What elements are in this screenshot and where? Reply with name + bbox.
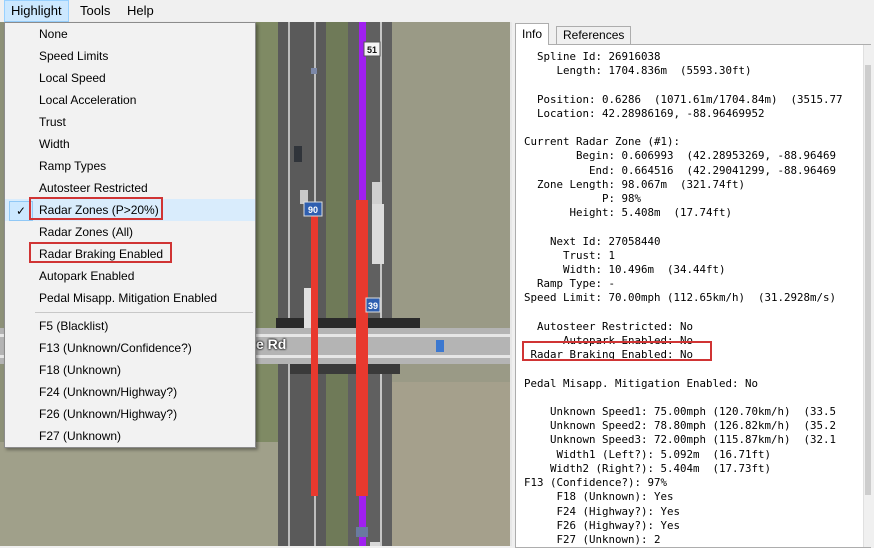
menu-item-label: Autopark Enabled (39, 269, 135, 283)
info-line: Next Id: 27058440 (550, 234, 661, 248)
menu-item-label: Speed Limits (39, 49, 109, 63)
shield-mid-text: 90 (308, 205, 318, 215)
menu-item-local-acceleration[interactable]: Local Acceleration (5, 89, 255, 111)
menu-item-label: Autosteer Restricted (39, 181, 148, 195)
menu-tools[interactable]: Tools (74, 1, 116, 21)
scrollbar-thumb[interactable] (865, 65, 871, 495)
menu-help[interactable]: Help (121, 1, 160, 21)
info-line: Trust: 1 (563, 248, 616, 262)
menu-item-ramp-types[interactable]: Ramp Types (5, 155, 255, 177)
menu-item-trust[interactable]: Trust (5, 111, 255, 133)
menu-item-label: F13 (Unknown/Confidence?) (39, 341, 192, 355)
menu-item-speed-limits[interactable]: Speed Limits (5, 45, 255, 67)
menu-item-width[interactable]: Width (5, 133, 255, 155)
tab-info[interactable]: Info (515, 23, 550, 45)
info-line: Autosteer Restricted: No (537, 319, 694, 333)
menu-item-f18[interactable]: F18 (Unknown) (5, 359, 255, 381)
menu-item-label: Ramp Types (39, 159, 107, 173)
menu-item-label: Width (39, 137, 70, 151)
annotation-box-radar-braking-info (522, 341, 712, 361)
menu-item-label: Local Speed (39, 71, 106, 85)
info-line: Unknown Speed3: 72.00mph (115.87km/h) (3… (550, 433, 837, 447)
menu-item-label: F5 (Blacklist) (39, 319, 109, 333)
info-line: Speed Limit: 70.00mph (112.65km/h) (31.2… (524, 291, 837, 305)
info-line: Spline Id: 26916038 (537, 50, 661, 63)
menu-item-f27[interactable]: F27 (Unknown) (5, 425, 255, 447)
info-line: F27 (Unknown): 2 (524, 532, 661, 546)
info-line: Height: 5.408m (17.74ft) (569, 206, 733, 220)
info-line: Length: 1704.836m (5593.30ft) (556, 64, 752, 78)
menu-item-f5[interactable]: F5 (Blacklist) (5, 315, 255, 337)
shield-low-text: 39 (368, 301, 378, 311)
menu-item-local-speed[interactable]: Local Speed (5, 67, 255, 89)
info-line: Pedal Misapp. Mitigation Enabled: No (524, 376, 759, 390)
info-line: Unknown Speed2: 78.80mph (126.82km/h) (3… (550, 419, 837, 433)
menu-item-pedal-misapp[interactable]: Pedal Misapp. Mitigation Enabled (5, 287, 255, 309)
highlight-dropdown-menu: None Speed Limits Local Speed Local Acce… (4, 22, 256, 448)
menu-item-label: Local Acceleration (39, 93, 137, 107)
menu-item-autopark-enabled[interactable]: Autopark Enabled (5, 265, 255, 287)
info-line: Position: 0.6286 (1071.61m/1704.84m) (35… (537, 92, 843, 106)
info-line: F24 (Highway?): Yes (556, 504, 681, 518)
vertical-scrollbar[interactable] (863, 45, 871, 547)
annotation-box-radar-zones (29, 197, 163, 220)
shield-top-text: 51 (367, 45, 377, 55)
info-panel: Info References Spline Id: 26916038 Leng… (512, 22, 874, 548)
menu-item-label: F27 (Unknown) (39, 429, 122, 443)
info-line: Current Radar Zone (#1): (524, 135, 681, 149)
info-line: Zone Length: 98.067m (321.74ft) (537, 177, 746, 191)
menu-item-label: Radar Zones (All) (39, 225, 134, 239)
info-line: F26 (Highway?): Yes (556, 518, 681, 532)
info-line: Location: 42.28986169, -88.96469952 (537, 106, 765, 120)
menu-item-label: F24 (Unknown/Highway?) (39, 385, 178, 399)
info-line: F13 (Confidence?): 97% (524, 476, 668, 490)
menu-item-label: F26 (Unknown/Highway?) (39, 407, 178, 421)
info-line: Width2 (Right?): 5.404m (17.73ft) (550, 461, 772, 475)
info-line: Unknown Speed1: 75.00mph (120.70km/h) (3… (550, 405, 837, 419)
menu-item-label: Pedal Misapp. Mitigation Enabled (39, 291, 218, 305)
info-text: Spline Id: 26916038 Length: 1704.836m (5… (524, 50, 843, 547)
road-name-label: e Rd (256, 336, 287, 352)
menu-item-none[interactable]: None (5, 23, 255, 45)
menu-item-label: None (39, 27, 68, 41)
menu-item-radar-zones-all[interactable]: Radar Zones (All) (5, 221, 255, 243)
annotation-box-radar-braking-menu (29, 242, 172, 263)
menu-separator (35, 312, 253, 313)
menu-item-f26[interactable]: F26 (Unknown/Highway?) (5, 403, 255, 425)
menu-item-label: Trust (39, 115, 66, 129)
info-line: P: 98% (602, 192, 642, 206)
info-line: Width: 10.496m (34.44ft) (563, 263, 726, 277)
menu-highlight[interactable]: Highlight (4, 0, 69, 22)
info-line: Ramp Type: - (537, 277, 616, 291)
info-line: End: 0.664516 (42.29041299, -88.96469 (589, 163, 837, 177)
info-text-box[interactable]: Spline Id: 26916038 Length: 1704.836m (5… (515, 44, 871, 548)
menu-bar: Highlight Tools Help (0, 0, 512, 22)
menu-item-f13[interactable]: F13 (Unknown/Confidence?) (5, 337, 255, 359)
info-line: Begin: 0.606993 (42.28953269, -88.96469 (576, 149, 837, 163)
tab-references[interactable]: References (556, 26, 632, 44)
menu-item-label: F18 (Unknown) (39, 363, 122, 377)
menu-item-autosteer-restricted[interactable]: Autosteer Restricted (5, 177, 255, 199)
info-line: F18 (Unknown): Yes (556, 490, 674, 504)
menu-item-f24[interactable]: F24 (Unknown/Highway?) (5, 381, 255, 403)
info-line: Width1 (Left?): 5.092m (16.71ft) (556, 447, 772, 461)
